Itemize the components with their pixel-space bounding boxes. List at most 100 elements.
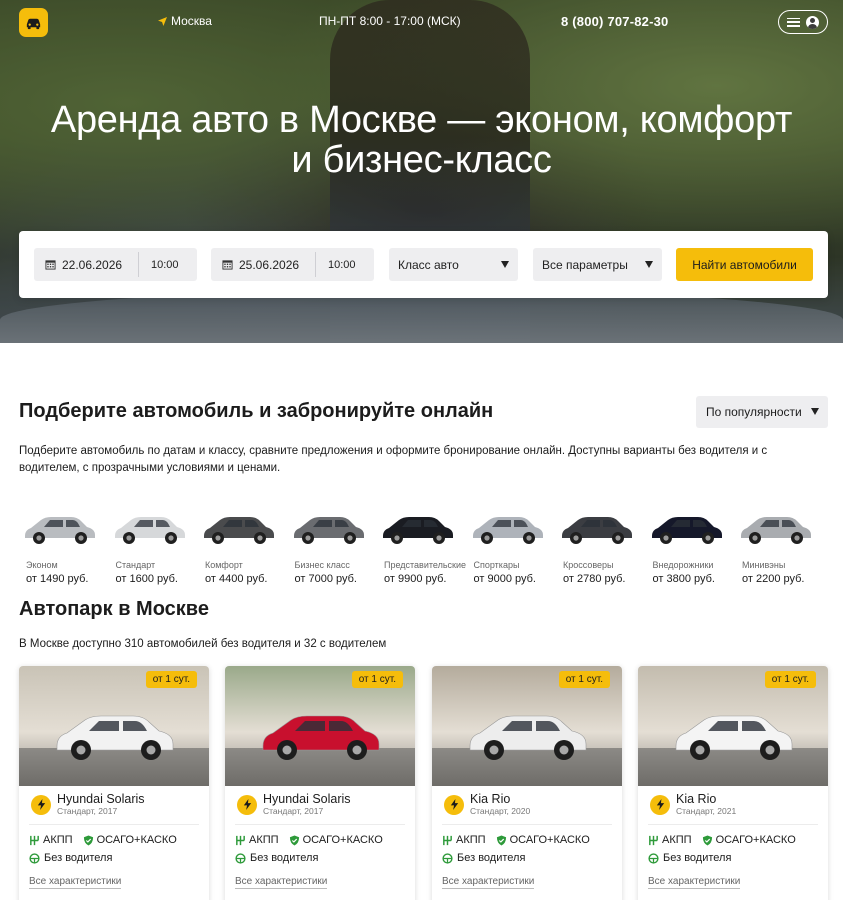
car-class-price: от 9900 руб.	[384, 573, 447, 585]
car-class-item[interactable]: Эконом от 1490 руб.	[19, 500, 101, 590]
rental-term-badge: от 1 сут.	[764, 671, 816, 688]
params-label: Все параметры	[542, 257, 628, 272]
page-title-line2: и бизнес-класс	[291, 139, 552, 181]
pickup-date-value: 22.06.2026	[62, 257, 123, 272]
insurance-feature: ОСАГО+КАСКО	[496, 834, 590, 846]
car-class-item[interactable]: Стандарт от 1600 руб.	[109, 500, 191, 590]
insurance-feature: ОСАГО+КАСКО	[289, 834, 383, 846]
model-row: Kia Rio Стандарт, 2020	[444, 792, 530, 817]
menu-button[interactable]	[778, 10, 828, 34]
transmission-label: АКПП	[249, 834, 279, 846]
divider	[442, 824, 612, 825]
phone-number[interactable]: 8 (800) 707-82-30	[561, 14, 668, 29]
chevron-down-icon	[811, 408, 819, 415]
car-card[interactable]: от 1 сут. Hyundai Solaris Стандарт, 2017 АК…	[225, 666, 415, 900]
feature-row: АКПП ОСАГО+КАСКО	[235, 834, 383, 846]
car-photo[interactable]: от 1 сут.	[432, 666, 622, 786]
return-time[interactable]: 10:00	[315, 252, 356, 277]
car-class-price: от 7000 руб.	[294, 573, 357, 585]
return-datetime-field[interactable]: 25.06.2026 10:00	[211, 248, 374, 281]
insurance-label: ОСАГО+КАСКО	[96, 834, 177, 846]
chevron-down-icon	[501, 261, 509, 268]
car-class-name: Стандарт	[115, 560, 156, 570]
transmission-feature: АКПП	[648, 834, 692, 846]
return-date[interactable]: 25.06.2026	[211, 248, 315, 281]
car-card[interactable]: от 1 сут. Kia Rio Стандарт, 2020 АКПП ОСАГО+…	[432, 666, 622, 900]
all-specs-link[interactable]: Все характеристики	[29, 876, 122, 889]
car-model: Kia Rio	[676, 792, 717, 806]
lightning-icon	[444, 794, 464, 815]
car-class-name: Представительские	[384, 560, 467, 570]
car-class-select[interactable]: Класс авто	[389, 248, 518, 281]
car-icon	[293, 517, 364, 544]
logo[interactable]	[19, 8, 48, 37]
car-class-item[interactable]: Внедорожники от 3800 руб.	[646, 500, 728, 590]
car-card[interactable]: от 1 сут. Kia Rio Стандарт, 2021 АКПП ОСАГО+…	[638, 666, 828, 900]
car-class-price: от 2780 руб.	[563, 573, 626, 585]
model-row: Kia Rio Стандарт, 2021	[650, 792, 736, 817]
car-photo[interactable]: от 1 сут.	[638, 666, 828, 786]
car-icon	[741, 517, 811, 544]
rental-term-badge: от 1 сут.	[351, 671, 403, 688]
all-specs-link[interactable]: Все характеристики	[648, 876, 741, 889]
page-title-line1: Аренда авто в Москве — эконом, комфорт	[50, 99, 793, 141]
insurance-label: ОСАГО+КАСКО	[509, 834, 590, 846]
driver-label: Без водителя	[44, 852, 113, 864]
car-class-list: Эконом от 1490 руб. Стандарт от 1600 руб. Ко…	[19, 500, 829, 590]
model-row: Hyundai Solaris Стандарт, 2017	[237, 792, 351, 817]
car-class-item[interactable]: Минивэны от 2200 руб.	[735, 500, 817, 590]
divider	[29, 824, 199, 825]
car-icon	[204, 517, 274, 544]
city-label: Москва	[171, 14, 212, 28]
all-specs-link[interactable]: Все характеристики	[235, 876, 328, 889]
page-title: Аренда авто в Москве — эконом, комфорт и…	[0, 100, 843, 180]
find-cars-button[interactable]: Найти автомобили	[676, 248, 813, 281]
feature-row: АКПП ОСАГО+КАСКО	[442, 834, 590, 846]
sort-select[interactable]: По популярности	[696, 396, 828, 428]
pickup-datetime-field[interactable]: 22.06.2026 10:00	[34, 248, 197, 281]
driver-label: Без водителя	[457, 852, 526, 864]
gearbox-icon	[30, 835, 39, 845]
car-class-item[interactable]: Бизнес класс от 7000 руб.	[288, 500, 370, 590]
feature-row: АКПП ОСАГО+КАСКО	[648, 834, 796, 846]
car-model: Hyundai Solaris	[263, 792, 351, 806]
car-card[interactable]: от 1 сут. Hyundai Solaris Стандарт, 2017 АК…	[19, 666, 209, 900]
return-date-value: 25.06.2026	[239, 257, 300, 272]
transmission-feature: АКПП	[235, 834, 279, 846]
driver-feature: Без водителя	[235, 852, 318, 864]
pickup-time[interactable]: 10:00	[138, 252, 179, 277]
steering-wheel-icon	[235, 852, 246, 864]
car-class-item[interactable]: Кроссоверы от 2780 руб.	[556, 500, 638, 590]
chevron-down-icon	[645, 261, 653, 268]
car-class-item[interactable]: Спорткары от 9000 руб.	[467, 500, 549, 590]
car-class-price: от 9000 руб.	[473, 573, 536, 585]
fleet-subtitle: В Москве доступно 310 автомобилей без во…	[19, 638, 387, 650]
calendar-icon	[45, 260, 56, 270]
car-class-item[interactable]: Комфорт от 4400 руб.	[198, 500, 280, 590]
driver-feature: Без водителя	[648, 852, 731, 864]
driver-label: Без водителя	[663, 852, 732, 864]
gearbox-icon	[236, 835, 245, 845]
all-specs-link[interactable]: Все характеристики	[442, 876, 535, 889]
car-icon	[651, 517, 722, 544]
car-class-name: Внедорожники	[652, 560, 714, 570]
car-photo[interactable]: от 1 сут.	[225, 666, 415, 786]
car-icon	[114, 517, 185, 544]
car-icon	[472, 517, 543, 544]
pickup-date[interactable]: 22.06.2026	[34, 248, 138, 281]
city-selector[interactable]: Москва	[158, 14, 212, 28]
section-intro: Подберите автомобиль по датам и классу, …	[19, 445, 768, 474]
car-class-price: от 4400 руб.	[205, 573, 268, 585]
transmission-feature: АКПП	[29, 834, 73, 846]
params-select[interactable]: Все параметры	[533, 248, 662, 281]
car-class-item[interactable]: Представительские от 9900 руб.	[377, 500, 466, 590]
rental-term-badge: от 1 сут.	[145, 671, 197, 688]
lightning-icon	[31, 794, 51, 815]
location-arrow-icon	[158, 16, 167, 26]
transmission-label: АКПП	[662, 834, 692, 846]
steering-wheel-icon	[29, 852, 40, 864]
car-photo[interactable]: от 1 сут.	[19, 666, 209, 786]
driver-label: Без водителя	[250, 852, 319, 864]
driver-feature: Без водителя	[29, 852, 112, 864]
car-icon	[25, 517, 95, 544]
